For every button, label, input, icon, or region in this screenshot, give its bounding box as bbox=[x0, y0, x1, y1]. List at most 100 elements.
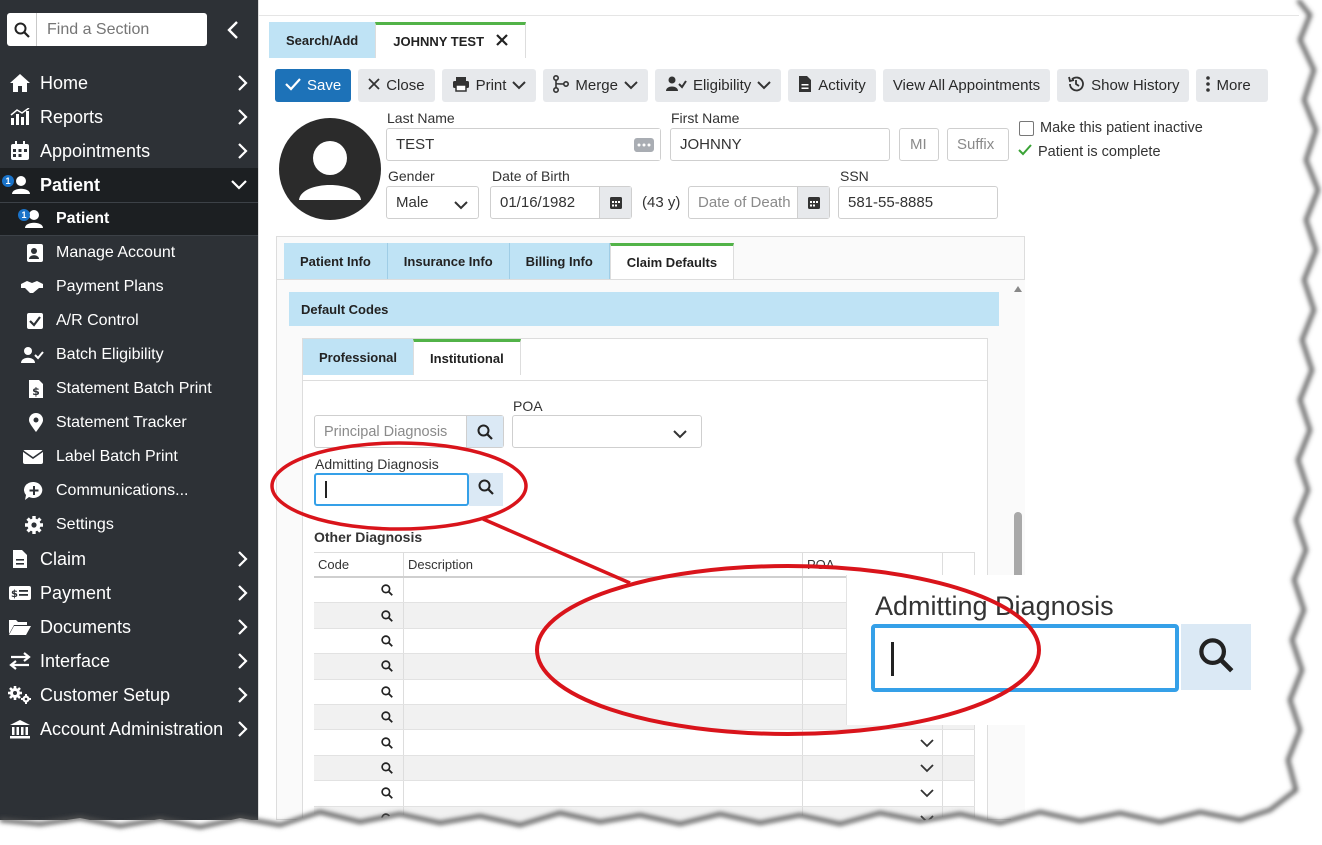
last-name-field[interactable]: TEST bbox=[386, 128, 661, 161]
panel-scrollbar[interactable] bbox=[1011, 280, 1025, 820]
view-all-appointments-button[interactable]: View All Appointments bbox=[882, 69, 1051, 102]
search-icon[interactable] bbox=[381, 660, 393, 673]
description-cell[interactable] bbox=[404, 603, 803, 628]
close-button[interactable]: Close bbox=[358, 69, 435, 102]
eligibility-button[interactable]: Eligibility bbox=[654, 69, 782, 102]
chevron-down-icon[interactable] bbox=[920, 738, 934, 748]
poa-cell[interactable] bbox=[803, 781, 943, 806]
sub-item-batch-eligibility[interactable]: Batch Eligibility bbox=[0, 338, 258, 372]
save-button[interactable]: Save bbox=[275, 69, 352, 102]
description-cell[interactable] bbox=[404, 654, 803, 679]
sub-item-label-batch-print[interactable]: Label Batch Print bbox=[0, 440, 258, 474]
code-cell[interactable] bbox=[314, 781, 404, 806]
section-search-input[interactable] bbox=[37, 20, 197, 39]
tab-patient-info[interactable]: Patient Info bbox=[284, 243, 388, 279]
sub-item-patient[interactable]: 1 Patient bbox=[0, 202, 258, 236]
nav-appointments[interactable]: Appointments bbox=[0, 134, 258, 168]
tab-institutional[interactable]: Institutional bbox=[413, 339, 521, 375]
col-description[interactable]: Description bbox=[404, 553, 803, 576]
col-code[interactable]: Code bbox=[314, 553, 404, 576]
nav-home[interactable]: Home bbox=[0, 66, 258, 100]
description-cell[interactable] bbox=[404, 781, 803, 806]
nav-customer-setup[interactable]: Customer Setup bbox=[0, 678, 258, 712]
nav-account-administration[interactable]: Account Administration bbox=[0, 712, 258, 746]
search-icon[interactable] bbox=[381, 635, 393, 647]
sub-item-payment-plans[interactable]: Payment Plans bbox=[0, 270, 258, 304]
search-icon[interactable] bbox=[381, 813, 393, 825]
patient-avatar[interactable] bbox=[279, 118, 381, 220]
chevron-down-icon[interactable] bbox=[920, 763, 934, 773]
chevron-down-icon[interactable] bbox=[920, 814, 934, 824]
suffix-field[interactable]: Suffix bbox=[947, 128, 1009, 161]
more-button[interactable]: More bbox=[1196, 69, 1269, 102]
code-cell[interactable] bbox=[314, 654, 404, 679]
nav-reports[interactable]: Reports bbox=[0, 100, 258, 134]
scroll-up-arrow-icon[interactable] bbox=[1014, 286, 1022, 292]
poa-select[interactable] bbox=[512, 415, 702, 448]
tab-patient-record[interactable]: JOHNNY TEST bbox=[375, 22, 527, 58]
search-icon[interactable] bbox=[466, 416, 503, 447]
first-name-field[interactable]: JOHNNY bbox=[670, 128, 890, 161]
description-cell[interactable] bbox=[404, 628, 803, 654]
description-cell[interactable] bbox=[404, 679, 803, 704]
code-cell[interactable] bbox=[314, 603, 404, 628]
dob-field[interactable]: 01/16/1982 bbox=[490, 186, 632, 219]
section-search[interactable] bbox=[7, 13, 207, 46]
nav-patient[interactable]: 1 Patient bbox=[0, 168, 258, 202]
sub-item-statement-batch-print[interactable]: $ Statement Batch Print bbox=[0, 372, 258, 406]
principal-diagnosis-field[interactable]: Principal Diagnosis bbox=[314, 415, 504, 448]
admitting-diagnosis-input[interactable] bbox=[314, 473, 469, 506]
show-history-button[interactable]: Show History bbox=[1057, 69, 1190, 102]
calendar-icon[interactable] bbox=[599, 187, 631, 218]
code-cell[interactable] bbox=[314, 704, 404, 730]
search-icon[interactable] bbox=[381, 711, 393, 724]
collapse-sidebar-icon[interactable] bbox=[222, 18, 244, 42]
inactive-checkbox-row[interactable]: Make this patient inactive bbox=[1019, 120, 1203, 136]
more-horizontal-icon[interactable] bbox=[628, 129, 660, 160]
tab-insurance-info[interactable]: Insurance Info bbox=[387, 243, 510, 279]
search-icon[interactable] bbox=[381, 584, 393, 597]
col-poa[interactable]: POA bbox=[803, 553, 943, 576]
code-cell[interactable] bbox=[314, 755, 404, 781]
code-cell[interactable] bbox=[314, 806, 404, 831]
calendar-icon[interactable] bbox=[797, 187, 829, 218]
tab-billing-info[interactable]: Billing Info bbox=[509, 243, 610, 279]
gender-select[interactable]: Male bbox=[386, 186, 479, 219]
sub-item-settings[interactable]: Settings bbox=[0, 508, 258, 542]
poa-cell[interactable] bbox=[803, 806, 943, 831]
description-cell[interactable] bbox=[404, 806, 803, 831]
tab-claim-defaults[interactable]: Claim Defaults bbox=[609, 243, 735, 279]
search-icon[interactable] bbox=[381, 762, 393, 774]
activity-button[interactable]: Activity bbox=[788, 69, 876, 102]
search-icon[interactable] bbox=[381, 787, 393, 800]
description-cell[interactable] bbox=[404, 704, 803, 730]
search-icon[interactable] bbox=[381, 609, 393, 622]
nav-claim[interactable]: Claim bbox=[0, 542, 258, 576]
tab-professional[interactable]: Professional bbox=[303, 339, 414, 375]
poa-cell[interactable] bbox=[803, 755, 943, 781]
admitting-search-button[interactable] bbox=[469, 473, 503, 506]
code-cell[interactable] bbox=[314, 679, 404, 704]
search-icon[interactable] bbox=[381, 686, 393, 698]
description-cell[interactable] bbox=[404, 578, 803, 603]
sub-item-manage-account[interactable]: Manage Account bbox=[0, 236, 258, 270]
tab-search-add[interactable]: Search/Add bbox=[269, 22, 376, 58]
code-cell[interactable] bbox=[314, 628, 404, 654]
print-button[interactable]: Print bbox=[441, 69, 537, 102]
date-of-death-field[interactable]: Date of Death bbox=[688, 186, 830, 219]
nav-interface[interactable]: Interface bbox=[0, 644, 258, 678]
code-cell[interactable] bbox=[314, 578, 404, 603]
poa-cell[interactable] bbox=[803, 730, 943, 755]
merge-button[interactable]: Merge bbox=[543, 69, 648, 102]
chevron-down-icon[interactable] bbox=[920, 788, 934, 798]
mi-field[interactable]: MI bbox=[899, 128, 939, 161]
close-icon[interactable] bbox=[496, 33, 508, 51]
nav-payment[interactable]: $ Payment bbox=[0, 576, 258, 610]
sub-item-statement-tracker[interactable]: Statement Tracker bbox=[0, 406, 258, 440]
nav-documents[interactable]: Documents bbox=[0, 610, 258, 644]
inactive-checkbox[interactable] bbox=[1019, 120, 1034, 136]
sub-item-communications[interactable]: Communications... bbox=[0, 474, 258, 508]
sub-item-ar-control[interactable]: A/R Control bbox=[0, 304, 258, 338]
code-cell[interactable] bbox=[314, 730, 404, 755]
search-icon[interactable] bbox=[381, 736, 393, 749]
